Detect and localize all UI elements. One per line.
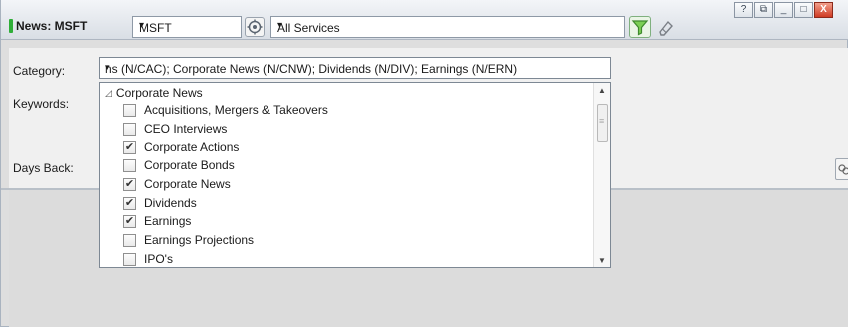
- chevron-down-icon: ▾: [105, 62, 110, 72]
- scroll-down-arrow-icon[interactable]: ▼: [598, 256, 606, 265]
- list-item[interactable]: Earnings Projections: [123, 232, 254, 248]
- close-button[interactable]: X: [814, 2, 833, 18]
- category-select[interactable]: ns (N/CAC); Corporate News (N/CNW); Divi…: [99, 57, 611, 79]
- services-select[interactable]: All Services ▾: [270, 16, 625, 38]
- tree-group-corporate-news[interactable]: ◿ Corporate News: [105, 86, 203, 100]
- item-label: Corporate News: [144, 177, 231, 191]
- list-item[interactable]: Acquisitions, Mergers & Takeovers: [123, 102, 328, 118]
- item-label: CEO Interviews: [144, 122, 228, 136]
- chevron-down-icon: ▾: [277, 20, 283, 31]
- filter-icon: [631, 20, 649, 36]
- eraser-icon: [659, 20, 673, 36]
- minimize-button[interactable]: _: [774, 2, 793, 18]
- list-item[interactable]: ✔ Corporate Actions: [123, 139, 239, 155]
- item-label: Corporate Actions: [144, 140, 240, 154]
- days-back-label: Days Back:: [13, 161, 74, 175]
- chevron-down-icon: ▾: [139, 20, 145, 31]
- item-label: Dividends: [144, 196, 197, 210]
- symbol-select[interactable]: MSFT ▾: [132, 16, 242, 38]
- title-bar: News: MSFT MSFT ▾ All Services ▾ ? ⧉ _ □…: [1, 0, 848, 40]
- link-button[interactable]: ⧉: [754, 2, 773, 18]
- window-controls: ? ⧉ _ □ X: [734, 2, 834, 18]
- checkbox[interactable]: ✔: [123, 177, 136, 191]
- checkbox[interactable]: [123, 233, 136, 247]
- list-item[interactable]: ✔ Earnings: [123, 213, 191, 229]
- checkbox[interactable]: [123, 252, 136, 266]
- list-item[interactable]: ✔ Dividends: [123, 195, 197, 211]
- clear-button[interactable]: [656, 18, 676, 38]
- keywords-label: Keywords:: [13, 97, 70, 111]
- collapse-triangle-icon[interactable]: ◿: [105, 88, 112, 99]
- link-icon: [838, 164, 848, 175]
- list-item[interactable]: ✔ Corporate News: [123, 176, 231, 192]
- gear-icon: [247, 19, 263, 35]
- dropdown-scrollbar[interactable]: ▲ ▼: [593, 83, 610, 267]
- group-label: Corporate News: [115, 86, 203, 100]
- scrollbar-thumb[interactable]: [597, 104, 608, 142]
- checkbox[interactable]: [123, 158, 136, 172]
- maximize-button[interactable]: □: [794, 2, 813, 18]
- window-title: News: MSFT: [9, 19, 87, 33]
- help-button[interactable]: ?: [734, 2, 753, 18]
- item-label: Corporate Bonds: [144, 158, 235, 172]
- checkbox[interactable]: ✔: [123, 140, 136, 154]
- news-window: News: MSFT MSFT ▾ All Services ▾ ? ⧉ _ □…: [0, 0, 848, 327]
- category-dropdown-list[interactable]: ◿ Corporate News Acquisitions, Mergers &…: [99, 82, 611, 268]
- checkbox[interactable]: [123, 103, 136, 117]
- filter-button[interactable]: [629, 16, 651, 38]
- list-item[interactable]: CEO Interviews: [123, 121, 227, 137]
- item-label: Acquisitions, Mergers & Takeovers: [144, 103, 328, 117]
- status-indicator: [9, 19, 13, 33]
- checkbox[interactable]: [123, 122, 136, 136]
- item-label: Earnings: [144, 214, 192, 228]
- checkbox[interactable]: ✔: [123, 196, 136, 210]
- list-item[interactable]: Corporate Bonds: [123, 157, 235, 173]
- title-text: News: MSFT: [16, 19, 88, 33]
- list-item[interactable]: IPO's: [123, 251, 173, 267]
- checkbox[interactable]: ✔: [123, 214, 136, 228]
- search-button[interactable]: [835, 158, 848, 180]
- scroll-up-arrow-icon[interactable]: ▲: [598, 86, 606, 95]
- category-label: Category:: [13, 64, 66, 78]
- refresh-button[interactable]: [245, 17, 265, 37]
- item-label: IPO's: [144, 252, 173, 266]
- item-label: Earnings Projections: [144, 233, 255, 247]
